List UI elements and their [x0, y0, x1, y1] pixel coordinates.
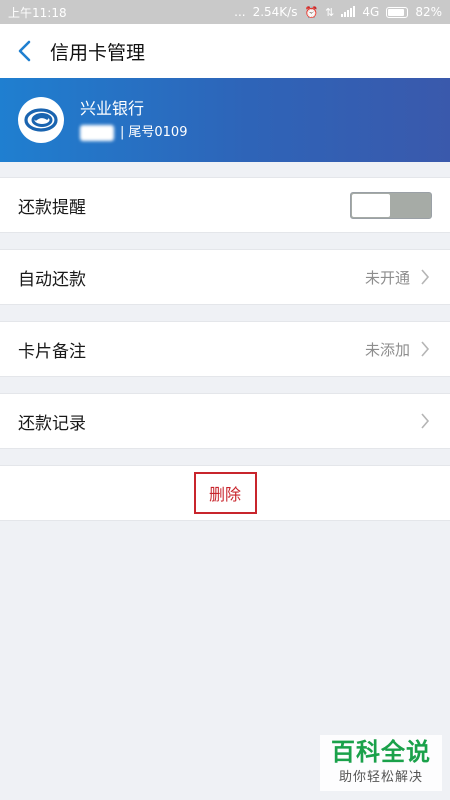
- chevron-left-icon: [18, 40, 31, 62]
- watermark-title: 百科全说: [331, 738, 431, 766]
- card-note-row[interactable]: 卡片备注 未添加: [0, 321, 450, 377]
- repay-reminder-toggle[interactable]: [350, 191, 432, 219]
- network-type: 4G: [362, 5, 380, 19]
- status-time: 上午11:18: [8, 5, 67, 20]
- battery-level: 82%: [415, 5, 442, 19]
- delete-row: 删除: [0, 465, 450, 521]
- card-separator: |: [120, 124, 125, 140]
- data-transfer-icon: ⇅: [325, 5, 335, 19]
- bank-info: 兴业银行 | 尾号0109: [80, 98, 187, 143]
- card-note-value: 未添加: [364, 340, 410, 359]
- status-indicators: ... 2.54K/s ⏰ ⇅ 4G 82%: [234, 5, 442, 19]
- page-title: 信用卡管理: [50, 41, 146, 64]
- back-button[interactable]: [2, 24, 46, 78]
- auto-repay-label: 自动还款: [18, 269, 86, 290]
- repay-reminder-label: 还款提醒: [18, 197, 86, 218]
- card-tail-number: 尾号0109: [128, 124, 188, 140]
- card-number-line: | 尾号0109: [80, 123, 187, 143]
- chevron-right-icon: [420, 339, 432, 359]
- alarm-icon: ⏰: [304, 5, 319, 19]
- toggle-knob: [352, 193, 390, 217]
- status-bar: 上午11:18 ... 2.54K/s ⏰ ⇅ 4G 82%: [0, 0, 450, 24]
- delete-button[interactable]: 删除: [193, 472, 257, 514]
- status-dots: ...: [234, 5, 246, 19]
- auto-repay-row[interactable]: 自动还款 未开通: [0, 249, 450, 305]
- chevron-right-icon: [420, 411, 432, 431]
- repay-record-label: 还款记录: [18, 413, 86, 434]
- bank-name: 兴业银行: [80, 98, 145, 118]
- chevron-right-icon: [420, 267, 432, 287]
- masked-holder-name: [80, 124, 114, 141]
- signal-icon: [341, 5, 356, 19]
- bank-logo-icon: [18, 97, 64, 143]
- card-note-right: 未添加: [365, 339, 432, 360]
- network-speed: 2.54K/s: [252, 5, 298, 19]
- card-banner: 兴业银行 | 尾号0109: [0, 78, 450, 162]
- nav-bar: 信用卡管理: [0, 24, 450, 78]
- repay-record-row[interactable]: 还款记录: [0, 393, 450, 449]
- card-note-label: 卡片备注: [18, 341, 86, 362]
- repay-record-right: [420, 411, 432, 431]
- repay-reminder-row: 还款提醒: [0, 177, 450, 233]
- watermark-subtitle: 助你轻松解决: [338, 770, 423, 785]
- battery-icon: [386, 6, 409, 18]
- auto-repay-right: 未开通: [365, 267, 432, 288]
- auto-repay-value: 未开通: [364, 268, 410, 287]
- watermark: 百科全说 助你轻松解决: [320, 735, 442, 791]
